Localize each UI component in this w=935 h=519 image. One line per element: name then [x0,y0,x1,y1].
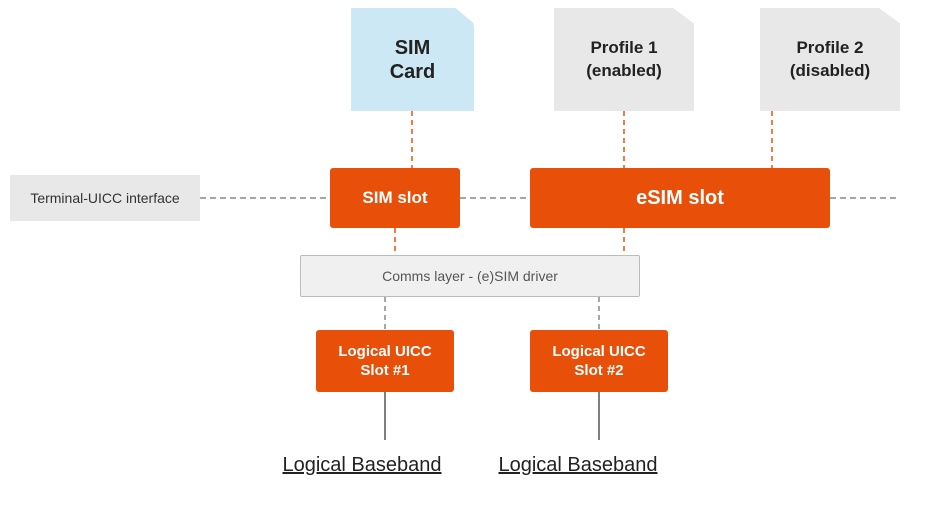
logical-baseband1-box: Logical Baseband [262,440,462,490]
profile2-label: Profile 2 (disabled) [790,37,870,81]
logical-uicc-slot1-box: Logical UICC Slot #1 [316,330,454,392]
profile2-box: Profile 2 (disabled) [760,8,900,111]
logical-baseband2-box: Logical Baseband [478,440,678,490]
sim-slot-box: SIM slot [330,168,460,228]
sim-card-box: SIM Card [351,8,474,111]
logical-uicc-slot2-box: Logical UICC Slot #2 [530,330,668,392]
logical-uicc-slot2-label: Logical UICC Slot #2 [552,342,645,381]
comms-layer-box: Comms layer - (e)SIM driver [300,255,640,297]
profile1-box: Profile 1 (enabled) [554,8,694,111]
sim-card-label: SIM Card [390,36,436,84]
logical-uicc-slot1-label: Logical UICC Slot #1 [338,342,431,381]
profile1-label: Profile 1 (enabled) [586,37,662,81]
diagram-container: SIM Card Profile 1 (enabled) Profile 2 (… [0,0,935,519]
esim-slot-box: eSIM slot [530,168,830,228]
terminal-uicc-label: Terminal-UICC interface [10,175,200,221]
